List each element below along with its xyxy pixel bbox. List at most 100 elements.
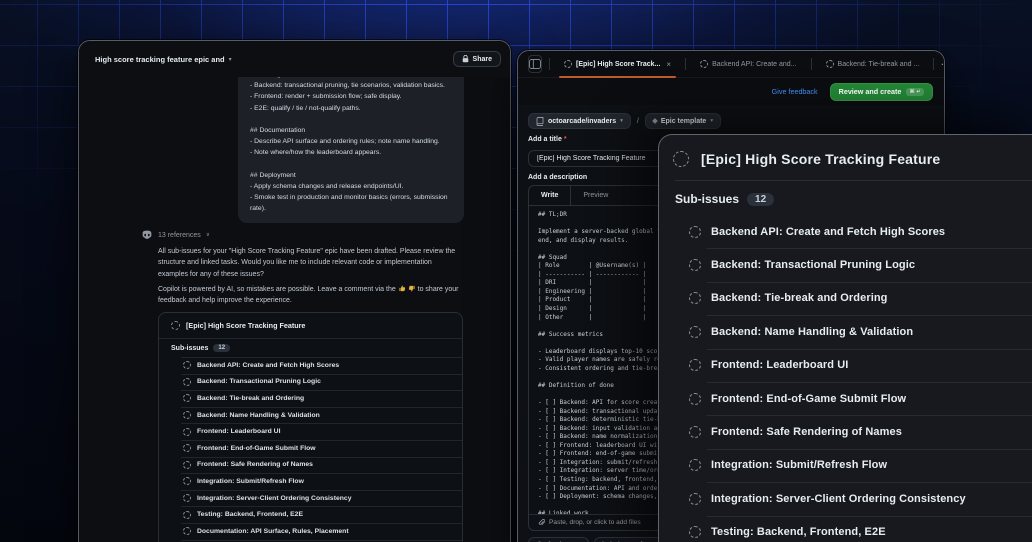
draft-issue-icon bbox=[689, 392, 701, 405]
tab-backend-tiebreak[interactable]: Backend: Tie-break and ... bbox=[819, 51, 927, 78]
draft-issue-icon bbox=[183, 510, 191, 519]
user-message-line bbox=[250, 159, 452, 170]
conversation-title-dropdown[interactable]: High score tracking feature epic and ▾ bbox=[95, 55, 232, 64]
subissue-title: Integration: Server-Client Ordering Cons… bbox=[711, 492, 966, 505]
draft-issue-icon bbox=[673, 151, 689, 167]
share-button[interactable]: Share bbox=[452, 51, 501, 67]
subissue-title: Frontend: End-of-Game Submit Flow bbox=[711, 392, 907, 405]
lock-icon bbox=[462, 55, 468, 63]
desktop-background: ## Testing - Backend: transactional prun… bbox=[0, 0, 1032, 542]
subissue-row[interactable]: Backend: Name Handling & Validation bbox=[159, 406, 462, 424]
repo-template-row: octoarcade/invaders ▾ / Epic template ▾ bbox=[528, 113, 934, 129]
user-message-line: - Frontend: render + submission flow; sa… bbox=[250, 93, 402, 101]
subissue-title: Testing: Backend, Frontend, E2E bbox=[197, 511, 303, 519]
give-feedback-link[interactable]: Give feedback bbox=[772, 87, 818, 96]
tab-separator bbox=[933, 58, 935, 70]
user-message-line: - Note where/how the leaderboard appears… bbox=[250, 149, 382, 157]
tab-write[interactable]: Write bbox=[529, 186, 572, 205]
thumbs-down-icon bbox=[408, 285, 415, 292]
subissue-title: Backend API: Create and Fetch High Score… bbox=[197, 361, 340, 369]
subissue-row[interactable]: Backend: Tie-break and Ordering bbox=[659, 281, 1032, 315]
draft-issue-icon bbox=[183, 394, 191, 403]
tab-label: Backend API: Create and... bbox=[712, 60, 797, 68]
template-selector[interactable]: Epic template ▾ bbox=[644, 113, 722, 129]
user-message-line: - Apply schema changes and release endpo… bbox=[250, 183, 404, 190]
subissue-row[interactable]: Integration: Submit/Refresh Flow bbox=[659, 448, 1032, 482]
subissue-row[interactable]: Documentation: API Surface, Rules, Place… bbox=[159, 522, 462, 540]
subissue-title: Backend API: Create and Fetch High Score… bbox=[711, 225, 946, 238]
issue-tabbar: [Epic] High Score Track... × Backend API… bbox=[518, 51, 944, 78]
copilot-icon bbox=[142, 230, 152, 239]
subissue-row[interactable]: Frontend: Leaderboard UI bbox=[659, 348, 1032, 382]
action-bar: Give feedback Review and create ⌘ ↵ bbox=[518, 78, 944, 105]
draft-issue-icon bbox=[183, 444, 191, 453]
subissue-row[interactable]: Integration: Submit/Refresh Flow bbox=[159, 473, 462, 490]
review-and-create-button[interactable]: Review and create ⌘ ↵ bbox=[829, 82, 933, 101]
draft-issue-icon bbox=[183, 527, 191, 536]
draft-issue-icon bbox=[689, 459, 701, 472]
preview-subissues-header: Sub-issues 12 bbox=[659, 181, 1032, 206]
epic-card-header[interactable]: [Epic] High Score Tracking Feature bbox=[159, 313, 462, 339]
draft-issue-icon bbox=[171, 321, 180, 330]
references-count: 13 references bbox=[158, 231, 201, 239]
subissue-title: Frontend: Safe Rendering of Names bbox=[711, 426, 902, 439]
tab-separator bbox=[549, 58, 550, 70]
draft-issue-icon bbox=[825, 60, 834, 68]
close-icon[interactable]: × bbox=[666, 60, 671, 69]
chevron-down-icon: ▾ bbox=[710, 118, 714, 124]
draft-issue-icon bbox=[689, 325, 701, 338]
repo-icon bbox=[536, 116, 544, 126]
subissue-row[interactable]: Backend API: Create and Fetch High Score… bbox=[159, 357, 462, 374]
subissue-row[interactable]: Integration: Server-Client Ordering Cons… bbox=[159, 489, 462, 507]
subissue-title: Frontend: Leaderboard UI bbox=[711, 359, 849, 372]
subissue-row[interactable]: Backend: Name Handling & Validation bbox=[659, 315, 1032, 348]
epic-summary-card: [Epic] High Score Tracking Feature Sub-i… bbox=[158, 312, 463, 542]
overflow-menu-button[interactable]: ··· bbox=[941, 60, 944, 69]
subissue-title: Backend: Name Handling & Validation bbox=[711, 325, 914, 338]
subissue-title: Documentation: API Surface, Rules, Place… bbox=[197, 527, 349, 535]
subissue-row[interactable]: Backend: Transactional Pruning Logic bbox=[659, 248, 1032, 281]
assignees-button[interactable]: Assignees bbox=[528, 537, 590, 542]
draft-issue-icon bbox=[183, 477, 191, 486]
sidebar-toggle-button[interactable] bbox=[528, 55, 542, 73]
draft-issue-icon bbox=[689, 259, 701, 272]
preview-epic-title: [Epic] High Score Tracking Feature bbox=[701, 151, 941, 167]
subissue-row[interactable]: Frontend: End-of-Game Submit Flow bbox=[659, 381, 1032, 415]
repo-name: octoarcade/invaders bbox=[548, 117, 617, 125]
draft-issue-icon bbox=[564, 60, 572, 68]
draft-issue-icon bbox=[700, 60, 709, 68]
tab-backend-api[interactable]: Backend API: Create and... bbox=[693, 51, 803, 78]
subissue-row[interactable]: Frontend: Leaderboard UI bbox=[159, 423, 462, 440]
subissue-row[interactable]: Backend: Transactional Pruning Logic bbox=[159, 373, 462, 391]
references-toggle[interactable]: 13 references ∨ bbox=[141, 229, 210, 241]
subissue-list: Backend API: Create and Fetch High Score… bbox=[159, 357, 462, 542]
subissue-row[interactable]: Frontend: End-of-Game Submit Flow bbox=[159, 439, 462, 457]
subissues-header: Sub-issues 12 bbox=[159, 339, 462, 357]
user-message-line: - E2E: qualify / tie / not-qualify paths… bbox=[250, 104, 361, 112]
subissue-title: Frontend: Safe Rendering of Names bbox=[197, 461, 313, 469]
preview-subissue-list: Backend API: Create and Fetch High Score… bbox=[659, 215, 1032, 542]
subissue-row[interactable]: Backend: Tie-break and Ordering bbox=[159, 390, 462, 407]
chevron-down-icon: ∨ bbox=[205, 232, 210, 238]
subissue-row[interactable]: Backend API: Create and Fetch High Score… bbox=[659, 215, 1032, 248]
copilot-chat-window: ## Testing - Backend: transactional prun… bbox=[78, 40, 511, 542]
user-message-line: ## Documentation bbox=[250, 127, 306, 134]
template-name: Epic template bbox=[660, 117, 707, 125]
tab-preview[interactable]: Preview bbox=[571, 186, 620, 205]
subissue-title: Frontend: End-of-Game Submit Flow bbox=[197, 444, 316, 452]
draft-issue-icon bbox=[183, 377, 191, 386]
draft-issue-icon bbox=[689, 359, 701, 372]
subissues-label: Sub-issues bbox=[675, 192, 740, 206]
repo-selector[interactable]: octoarcade/invaders ▾ bbox=[528, 113, 631, 129]
subissue-row[interactable]: Integration: Server-Client Ordering Cons… bbox=[659, 482, 1032, 515]
user-message-line: ## Deployment bbox=[250, 171, 296, 179]
subissue-row[interactable]: Frontend: Safe Rendering of Names bbox=[659, 415, 1032, 448]
subissue-row[interactable]: Testing: Backend, Frontend, E2E bbox=[159, 506, 462, 523]
subissue-title: Backend: Transactional Pruning Logic bbox=[197, 378, 321, 386]
subissue-row[interactable]: Testing: Backend, Frontend, E2E bbox=[659, 515, 1032, 542]
assistant-disclaimer: Copilot is powered by AI, so mistakes ar… bbox=[158, 284, 460, 307]
assistant-message: All sub-issues for your "High Score Trac… bbox=[158, 248, 456, 278]
draft-issue-icon bbox=[689, 492, 701, 505]
tab-epic-high-score[interactable]: [Epic] High Score Track... × bbox=[557, 51, 678, 78]
subissue-row[interactable]: Frontend: Safe Rendering of Names bbox=[159, 456, 462, 474]
